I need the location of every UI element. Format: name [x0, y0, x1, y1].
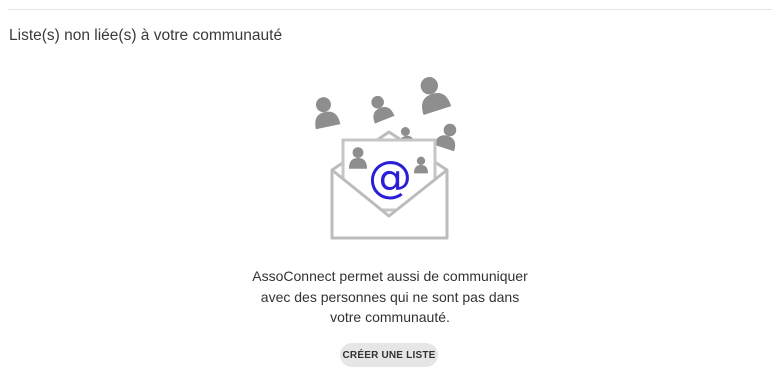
email-envelope-with-people-icon: @	[309, 72, 462, 240]
message-line: votre communauté.	[330, 309, 450, 325]
at-symbol: @	[368, 152, 412, 203]
section-title: Liste(s) non liée(s) à votre communauté	[9, 27, 283, 44]
create-list-button[interactable]: CRÉER UNE LISTE	[340, 343, 438, 367]
top-divider	[8, 9, 772, 10]
empty-state-message: AssoConnect permet aussi de communiquer …	[190, 266, 590, 328]
message-line: avec des personnes qui ne sont pas dans	[260, 288, 520, 305]
message-line: AssoConnect permet aussi de communiquer	[252, 268, 528, 284]
